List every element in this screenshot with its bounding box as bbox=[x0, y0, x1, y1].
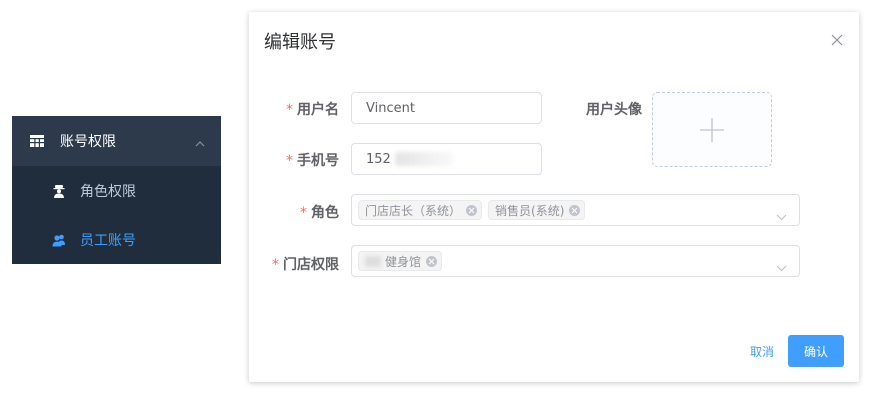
user-secret-icon bbox=[52, 184, 66, 198]
sidebar-menu: 账号权限 角色权限 员工账号 bbox=[12, 116, 221, 264]
close-icon[interactable] bbox=[831, 31, 843, 46]
username-value: Vincent bbox=[366, 100, 415, 116]
chevron-down-icon bbox=[776, 206, 787, 225]
edit-account-dialog: 编辑账号 * 用户名 Vincent 用户头像 * 手机号 152 * 角色 门店店长… bbox=[249, 12, 859, 382]
role-tag: 销售员(系统) bbox=[488, 200, 586, 220]
sidebar-group-label: 账号权限 bbox=[60, 134, 116, 150]
chevron-up-icon bbox=[195, 135, 205, 151]
sidebar-submenu: 角色权限 员工账号 bbox=[12, 166, 221, 264]
store-permission-label: * 门店权限 bbox=[272, 257, 339, 273]
avatar-label: 用户头像 bbox=[586, 102, 642, 118]
table-grid-icon bbox=[30, 135, 44, 147]
tag-close-icon[interactable] bbox=[426, 255, 438, 267]
redaction-blur bbox=[394, 152, 453, 166]
store-permission-select[interactable]: 健身馆 bbox=[351, 245, 800, 277]
cancel-button[interactable]: 取消 bbox=[741, 335, 783, 367]
confirm-button[interactable]: 确认 bbox=[788, 335, 844, 367]
phone-input[interactable]: 152 bbox=[351, 143, 542, 175]
role-select[interactable]: 门店店长（系统） 销售员(系统) bbox=[351, 194, 800, 226]
dialog-title: 编辑账号 bbox=[264, 32, 336, 53]
store-tag: 健身馆 bbox=[358, 251, 443, 271]
phone-label: * 手机号 bbox=[286, 153, 339, 169]
avatar-upload[interactable] bbox=[652, 92, 772, 167]
tag-close-icon[interactable] bbox=[466, 204, 478, 216]
role-label: * 角色 bbox=[300, 205, 339, 221]
phone-value: 152 bbox=[366, 151, 391, 167]
role-tag: 门店店长（系统） bbox=[358, 200, 483, 220]
plus-icon bbox=[700, 117, 724, 142]
sidebar-item-role-permissions[interactable]: 角色权限 bbox=[12, 166, 221, 215]
sidebar-item-staff-accounts[interactable]: 员工账号 bbox=[12, 215, 221, 264]
sidebar-item-label: 员工账号 bbox=[80, 232, 136, 249]
redaction-blur bbox=[365, 255, 381, 267]
sidebar-item-label: 角色权限 bbox=[80, 183, 136, 200]
username-input[interactable]: Vincent bbox=[351, 92, 542, 124]
tag-close-icon[interactable] bbox=[569, 204, 581, 216]
chevron-down-icon bbox=[776, 257, 787, 276]
users-icon bbox=[52, 233, 66, 247]
username-label: * 用户名 bbox=[286, 102, 339, 118]
sidebar-group-account-permissions[interactable]: 账号权限 bbox=[12, 116, 221, 166]
